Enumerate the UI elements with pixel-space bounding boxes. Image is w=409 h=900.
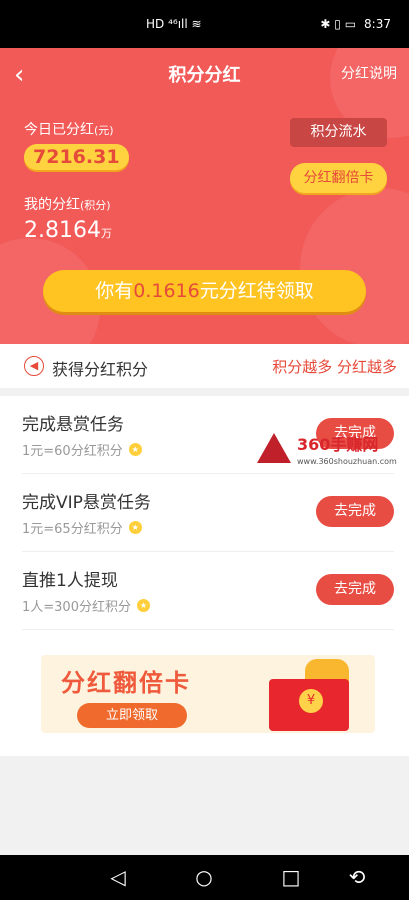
claim-amount: 0.1616: [133, 280, 200, 302]
coin-icon: ★: [136, 599, 150, 612]
today-label-text: 今日已分红: [24, 122, 94, 138]
watermark-url: www.360shouzhuan.com: [297, 457, 397, 466]
dividend-help-link[interactable]: 分红说明: [341, 63, 397, 83]
today-dividend-value: 7216.31: [24, 144, 129, 170]
my-dividend-value: 2.8164万: [24, 218, 112, 243]
my-label-text: 我的分红: [24, 197, 80, 213]
task-item: 完成VIP悬赏任务 1元=65分红积分 ★ 去完成: [22, 474, 394, 552]
status-bar: HD ⁴⁶ıll ≋ ✱ ▯ ▭ 8:37: [0, 0, 409, 48]
task-go-button[interactable]: 去完成: [316, 574, 394, 605]
today-unit: (元): [94, 124, 114, 137]
banner-claim-button[interactable]: 立即领取: [77, 703, 187, 728]
claim-suffix: 元分红待领取: [199, 280, 314, 302]
yuan-coin-icon: ¥: [299, 689, 323, 713]
task-rate: 1元=65分红积分: [22, 522, 123, 537]
task-subtitle: 1元=60分红积分 ★: [22, 440, 142, 459]
banner-title: 分红翻倍卡: [61, 669, 191, 697]
dividend-hero: ‹ 积分分红 分红说明 今日已分红(元) 7216.31 我的分红(积分) 2.…: [0, 48, 409, 344]
earn-points-header: ◀ 获得分红积分 积分越多 分红越多: [0, 344, 409, 388]
task-title: 完成VIP悬赏任务: [22, 493, 151, 513]
task-rate: 1元=60分红积分: [22, 444, 123, 459]
task-subtitle: 1人=300分红积分 ★: [22, 596, 150, 615]
my-unit: (积分): [80, 199, 111, 212]
task-item: 直推1人提现 1人=300分红积分 ★ 去完成: [22, 552, 394, 630]
double-card-banner[interactable]: 分红翻倍卡 立即领取 ¥: [41, 655, 375, 733]
speaker-icon: ◀: [24, 356, 44, 376]
watermark-text: 360手赚网: [297, 435, 379, 454]
nav-home-icon[interactable]: ○: [192, 865, 216, 889]
system-nav-bar: ◁ ○ □ ⟲: [0, 855, 409, 900]
task-subtitle: 1元=65分红积分 ★: [22, 518, 142, 537]
network-status-icons: HD ⁴⁶ıll ≋: [146, 17, 202, 31]
points-flow-button[interactable]: 积分流水: [290, 118, 387, 147]
my-dividend-label: 我的分红(积分): [24, 194, 111, 214]
rotate-icon[interactable]: ⟲: [345, 865, 369, 889]
device-status-icons: ✱ ▯ ▭: [320, 17, 357, 31]
earn-points-title: 获得分红积分: [52, 360, 149, 379]
double-card-button[interactable]: 分红翻倍卡: [290, 163, 387, 193]
task-title: 直推1人提现: [22, 571, 118, 591]
my-value-unit: 万: [100, 227, 112, 240]
watermark: 360手赚网 www.360shouzhuan.com: [257, 431, 407, 471]
task-go-button[interactable]: 去完成: [316, 496, 394, 527]
task-title: 完成悬赏任务: [22, 415, 124, 435]
coin-icon: ★: [128, 521, 142, 534]
status-right: ✱ ▯ ▭ 8:37: [320, 17, 391, 31]
coin-icon: ★: [128, 443, 142, 456]
nav-back-icon[interactable]: ◁: [106, 865, 130, 889]
nav-recents-icon[interactable]: □: [279, 865, 303, 889]
today-dividend-label: 今日已分红(元): [24, 119, 114, 139]
earn-points-slogan: 积分越多 分红越多: [272, 358, 397, 376]
claim-prefix: 你有: [95, 280, 134, 302]
decor-bubble: [300, 188, 409, 344]
task-rate: 1人=300分红积分: [22, 600, 131, 615]
clock: 8:37: [364, 17, 391, 31]
my-value-number: 2.8164: [24, 218, 101, 243]
watermark-logo-icon: [257, 433, 291, 463]
claim-dividend-button[interactable]: 你有0.1616元分红待领取: [43, 270, 366, 312]
